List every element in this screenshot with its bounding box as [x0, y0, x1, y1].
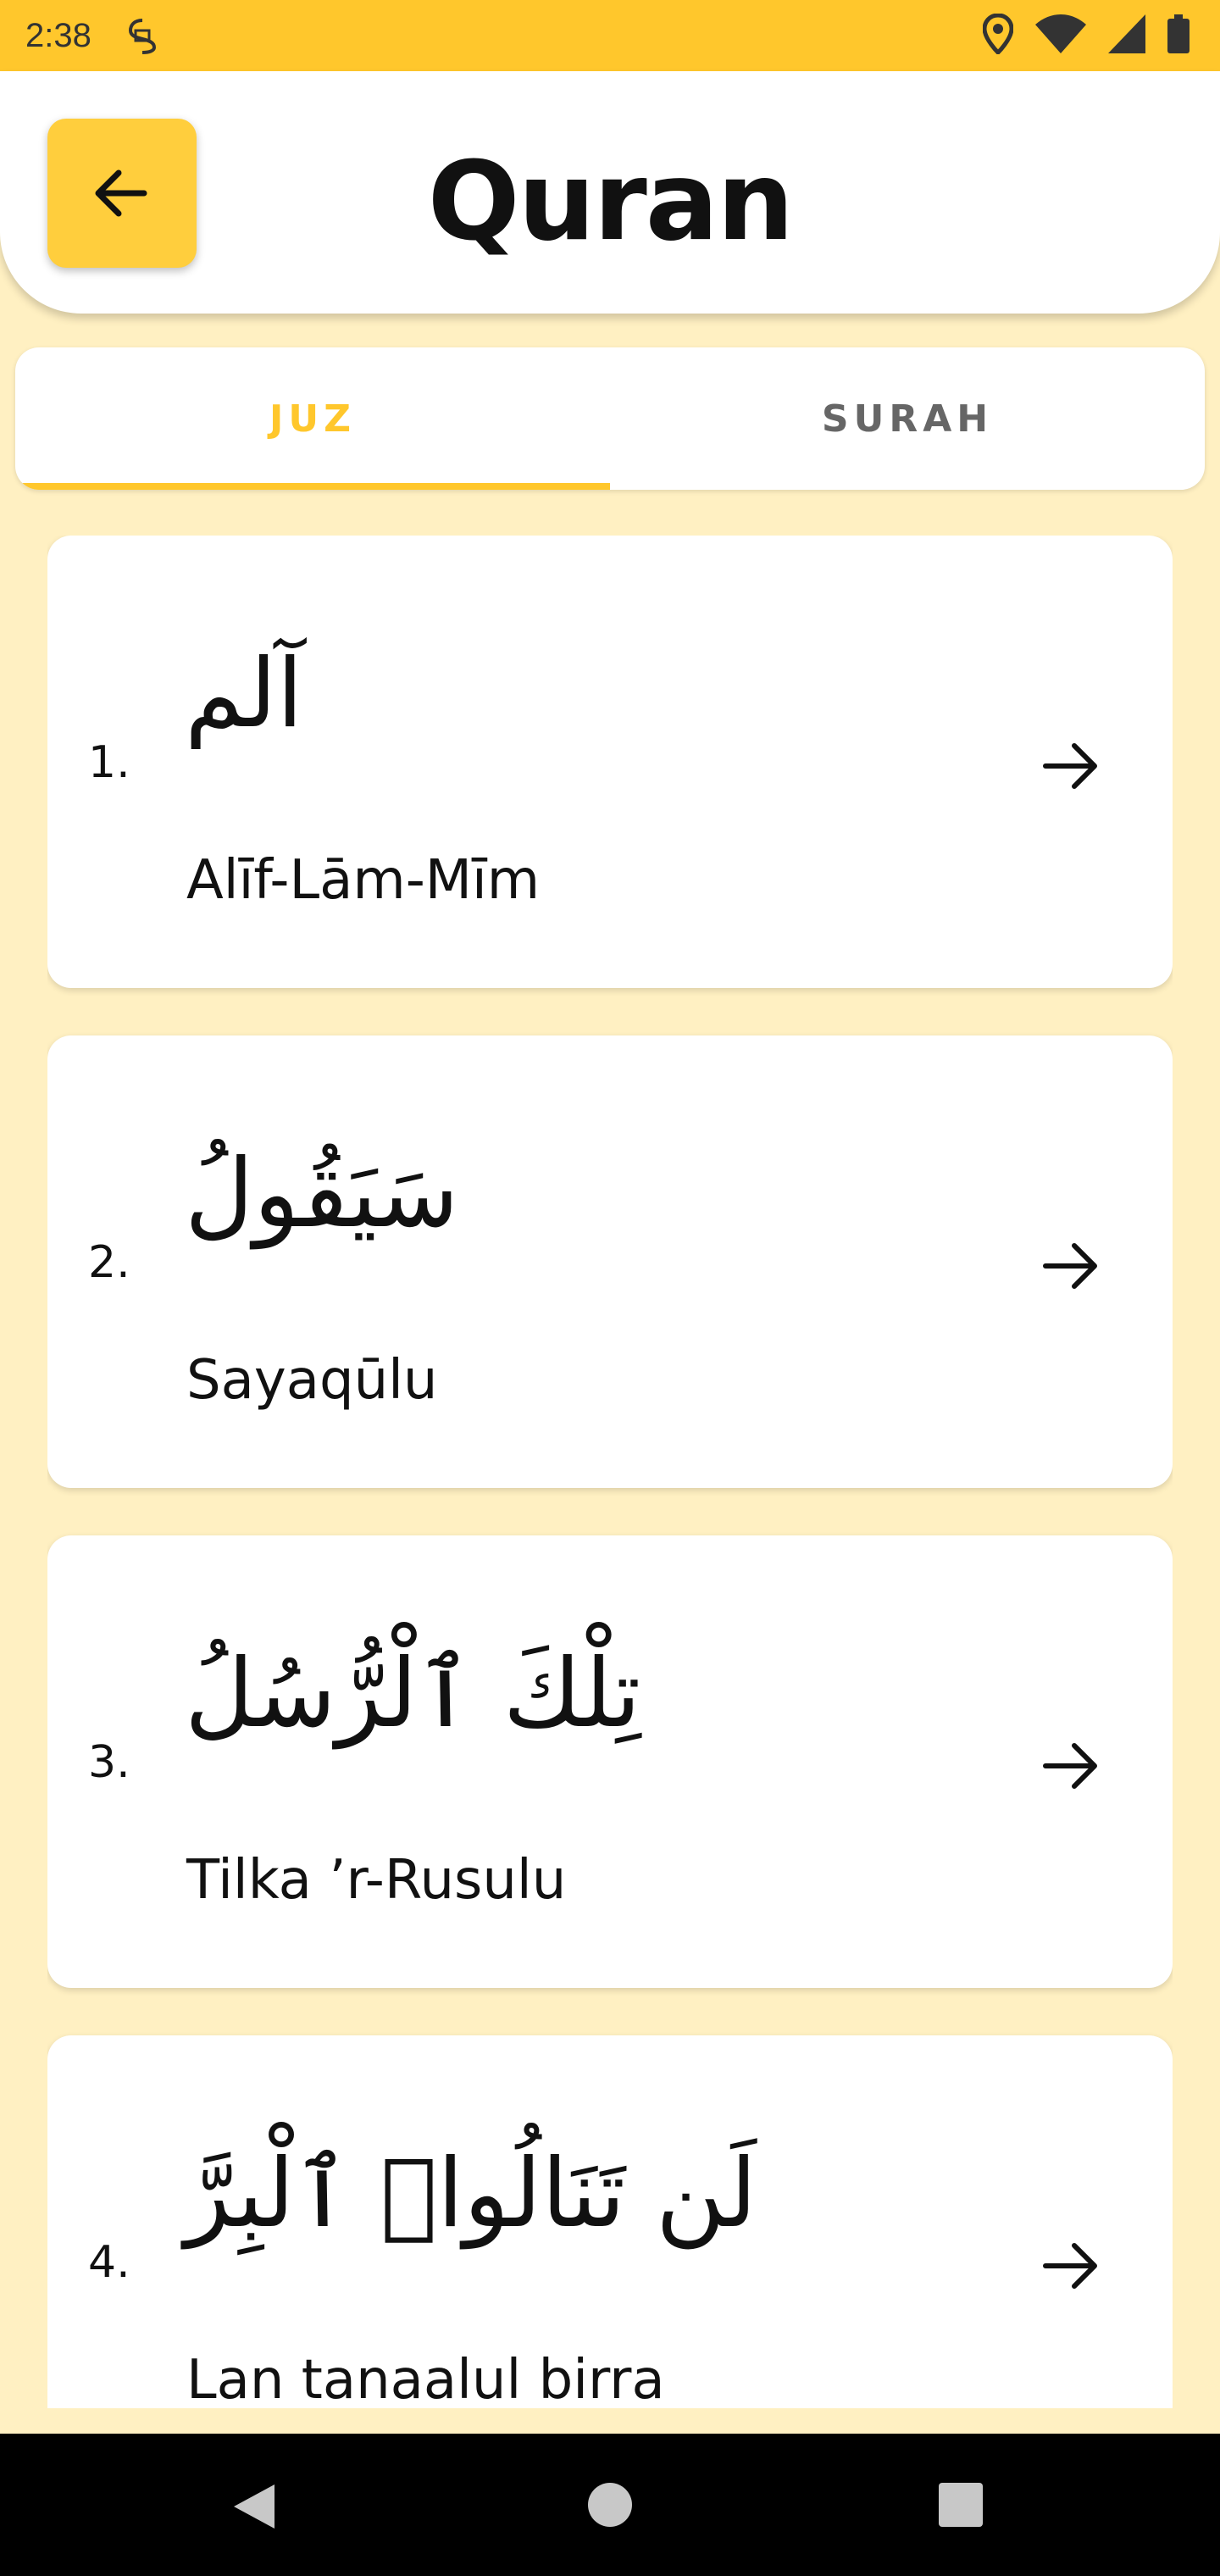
- juz-arabic-title: آلم: [185, 639, 303, 749]
- home-nav-icon[interactable]: [586, 2481, 634, 2529]
- tab-juz[interactable]: JUZ: [15, 347, 610, 490]
- juz-number: 3.: [88, 1737, 130, 1788]
- status-time: 2:38: [25, 16, 92, 54]
- juz-card[interactable]: 3. تِلْكَ ٱلْرُّسُلُ Tilka ’r-Rusulu: [47, 1535, 1173, 1988]
- location-icon: [983, 14, 1013, 54]
- juz-latin-title: Sayaqūlu: [186, 1349, 438, 1412]
- juz-number: 4.: [88, 2237, 130, 2288]
- juz-latin-title: Lan tanaalul birra: [186, 2349, 665, 2408]
- active-tab-indicator: [15, 483, 610, 490]
- tab-surah[interactable]: SURAH: [610, 347, 1205, 490]
- tab-bar: JUZ SURAH: [15, 347, 1205, 490]
- juz-number: 1.: [88, 737, 130, 788]
- juz-card[interactable]: 4. لَن تَنَالُوا۟ ٱلْبِرَّ Lan tanaalul …: [47, 2035, 1173, 2408]
- signal-icon: [1108, 14, 1145, 53]
- back-nav-icon[interactable]: [230, 2481, 278, 2532]
- tab-juz-label: JUZ: [269, 397, 356, 441]
- sim-icon: [128, 19, 156, 54]
- battery-icon: [1167, 14, 1190, 53]
- juz-arabic-title: تِلْكَ ٱلْرُّسُلُ: [185, 1639, 641, 1749]
- arrow-right-icon[interactable]: [1037, 2232, 1105, 2300]
- juz-latin-title: Alīf-Lām-Mīm: [186, 849, 541, 912]
- page-title: Quran: [427, 139, 795, 265]
- status-bar: 2:38: [0, 0, 1220, 71]
- juz-latin-title: Tilka ’r-Rusulu: [186, 1849, 567, 1912]
- juz-arabic-title: لَن تَنَالُوا۟ ٱلْبِرَّ: [185, 2139, 757, 2249]
- juz-card[interactable]: 2. سَيَقُولُ Sayaqūlu: [47, 1035, 1173, 1488]
- juz-number: 2.: [88, 1237, 130, 1288]
- arrow-right-icon[interactable]: [1037, 732, 1105, 800]
- recents-nav-icon[interactable]: [937, 2481, 984, 2529]
- juz-arabic-title: سَيَقُولُ: [185, 1139, 459, 1249]
- app-header: Quran: [0, 71, 1220, 314]
- system-nav-bar: [0, 2434, 1220, 2576]
- tab-surah-label: SURAH: [821, 397, 994, 441]
- juz-list[interactable]: 1. آلم Alīf-Lām-Mīm 2. سَيَقُولُ Sayaqūl…: [47, 536, 1173, 2408]
- arrow-right-icon[interactable]: [1037, 1232, 1105, 1300]
- arrow-right-icon[interactable]: [1037, 1732, 1105, 1800]
- status-icons: [983, 14, 1190, 54]
- juz-card[interactable]: 1. آلم Alīf-Lām-Mīm: [47, 536, 1173, 988]
- wifi-icon: [1035, 14, 1086, 53]
